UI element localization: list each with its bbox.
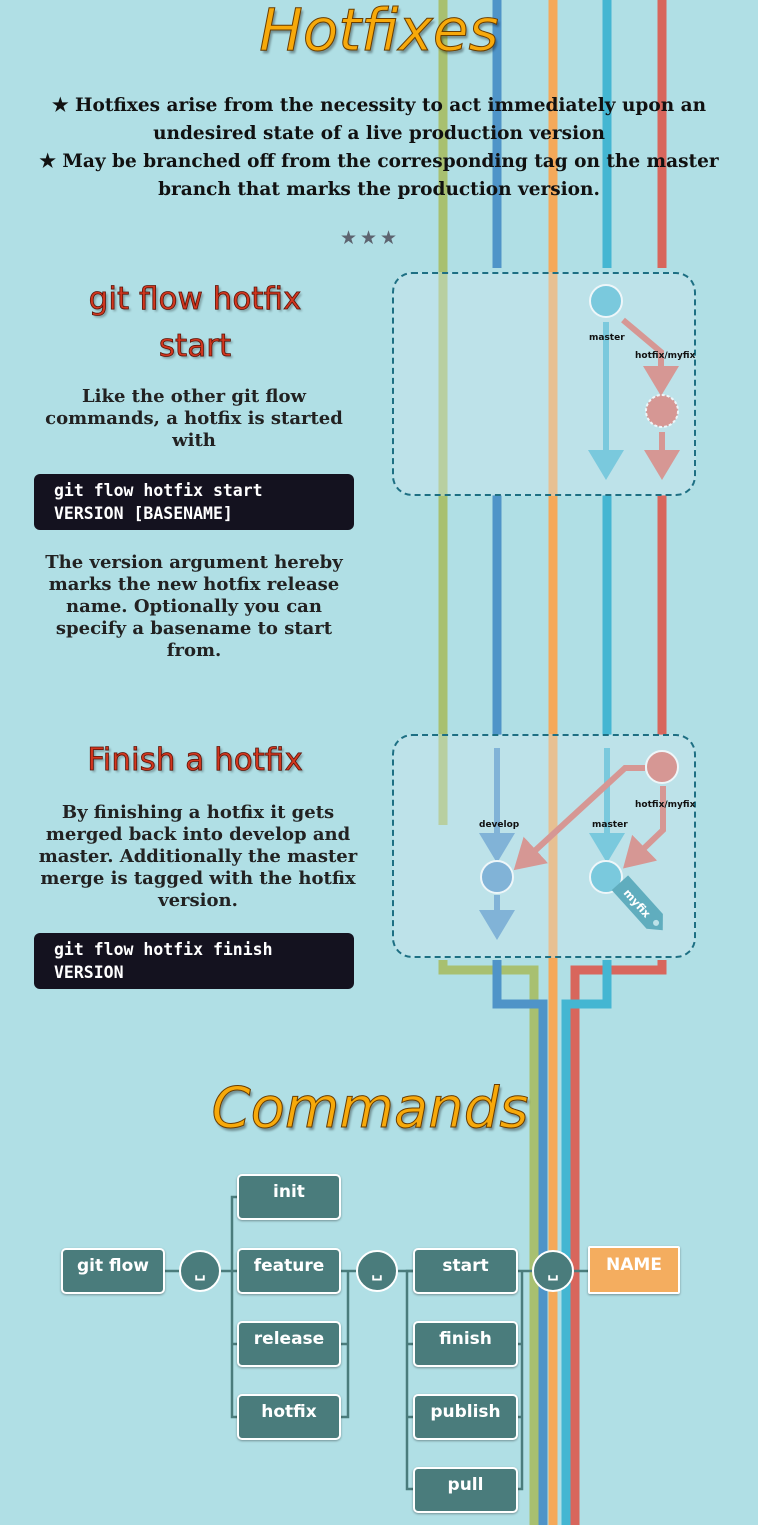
start-code-block: git flow hotfix start VERSION [BASENAME]: [34, 474, 354, 530]
cmd-feature: feature: [237, 1248, 341, 1294]
master-label: master: [589, 333, 625, 343]
hotfix-branch-label: hotfix/myfix: [635, 351, 696, 361]
hotfix-start-diagram: [392, 272, 696, 496]
divider-stars: ★★★: [339, 227, 401, 249]
space-connector-3: ␣: [532, 1250, 574, 1292]
hotfix-branch-label-finish: hotfix/myfix: [635, 800, 696, 810]
develop-label: develop: [479, 820, 520, 830]
cmd-git-flow: git flow: [61, 1248, 165, 1294]
cmd-release: release: [237, 1321, 341, 1367]
cmd-start: start: [413, 1248, 518, 1294]
name-placeholder: NAME: [588, 1246, 680, 1294]
start-explanation-text: The version argument hereby marks the ne…: [45, 552, 343, 661]
hotfixes-bullet-2: ★ May be branched off from the correspon…: [39, 151, 719, 200]
cmd-hotfix: hotfix: [237, 1394, 341, 1440]
finish-heading: Finish a hotfix: [87, 742, 303, 779]
finish-code-block: git flow hotfix finish VERSION: [34, 933, 354, 989]
start-intro-text: Like the other git flow commands, a hotf…: [45, 386, 343, 451]
space-connector-1: ␣: [179, 1250, 221, 1292]
cmd-publish: publish: [413, 1394, 518, 1440]
hotfix-finish-diagram: [392, 734, 696, 958]
hotfixes-title: Hotfixes: [259, 0, 500, 65]
master-label-finish: master: [592, 820, 628, 830]
start-heading: git flow hotfix start: [88, 281, 302, 365]
space-connector-2: ␣: [356, 1250, 398, 1292]
commands-title: Commands: [211, 1076, 529, 1142]
finish-explanation-text: By finishing a hotfix it gets merged bac…: [38, 802, 358, 911]
cmd-finish: finish: [413, 1321, 518, 1367]
cmd-pull: pull: [413, 1467, 518, 1513]
hotfixes-bullet-1: ★ Hotfixes arise from the necessity to a…: [51, 95, 707, 144]
cmd-init: init: [237, 1174, 341, 1220]
